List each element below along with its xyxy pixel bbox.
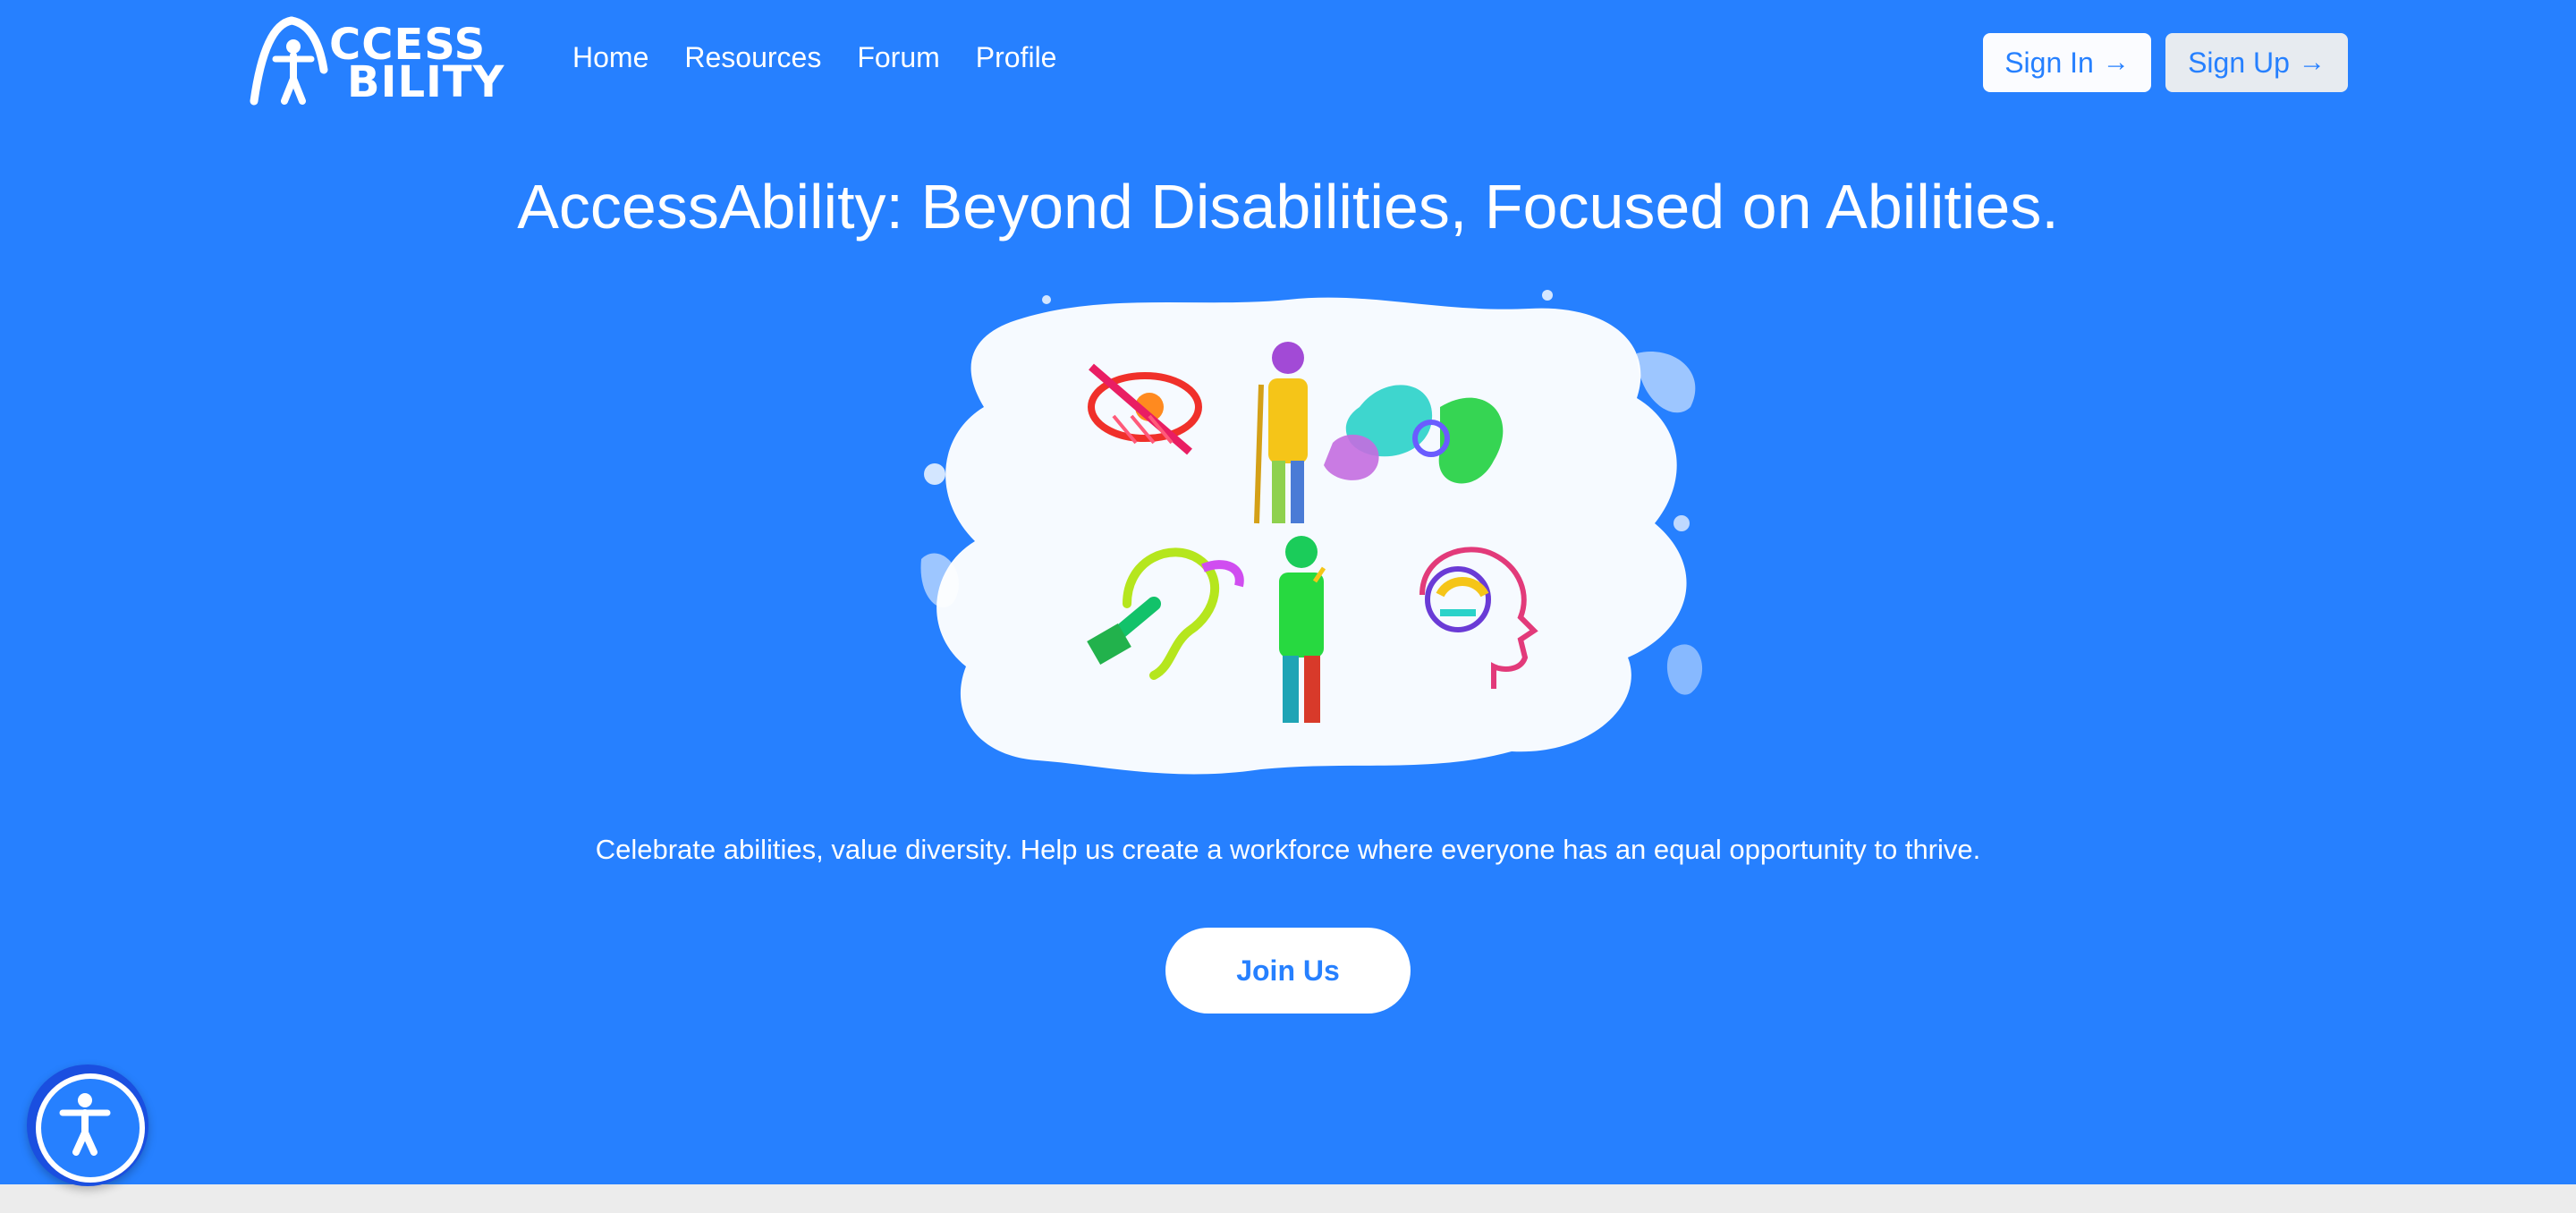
nav-link-forum[interactable]: Forum: [857, 43, 939, 72]
hero-headline: AccessAbility: Beyond Disabilities, Focu…: [517, 172, 2059, 242]
logo-text-bottom: BILITY: [347, 57, 505, 107]
join-us-button[interactable]: Join Us: [1165, 928, 1411, 1014]
nav-link-resources[interactable]: Resources: [684, 43, 821, 72]
main-nav: Home Resources Forum Profile: [572, 43, 1056, 72]
nav-link-home[interactable]: Home: [572, 43, 648, 72]
site-logo[interactable]: CCESS BILITY: [247, 16, 504, 106]
sign-in-button[interactable]: Sign In →: [1983, 33, 2151, 92]
navbar: CCESS BILITY Home Resources Forum Profil…: [0, 0, 2576, 125]
nav-link-profile[interactable]: Profile: [976, 43, 1057, 72]
footer-strip: [0, 1184, 2576, 1213]
hero-illustration: [920, 290, 1703, 775]
hero-tagline: Celebrate abilities, value diversity. He…: [595, 834, 1981, 865]
sign-up-label: Sign Up: [2188, 46, 2290, 79]
arrow-right-icon: →: [2298, 47, 2326, 77]
sign-in-label: Sign In: [2004, 46, 2094, 79]
accessibility-person-icon: [59, 1093, 111, 1156]
arrow-right-icon: →: [2102, 47, 2130, 77]
accessibility-widget-button[interactable]: [27, 1065, 148, 1186]
sign-up-button[interactable]: Sign Up →: [2165, 33, 2348, 92]
accessibility-widget-ring: [36, 1073, 145, 1183]
